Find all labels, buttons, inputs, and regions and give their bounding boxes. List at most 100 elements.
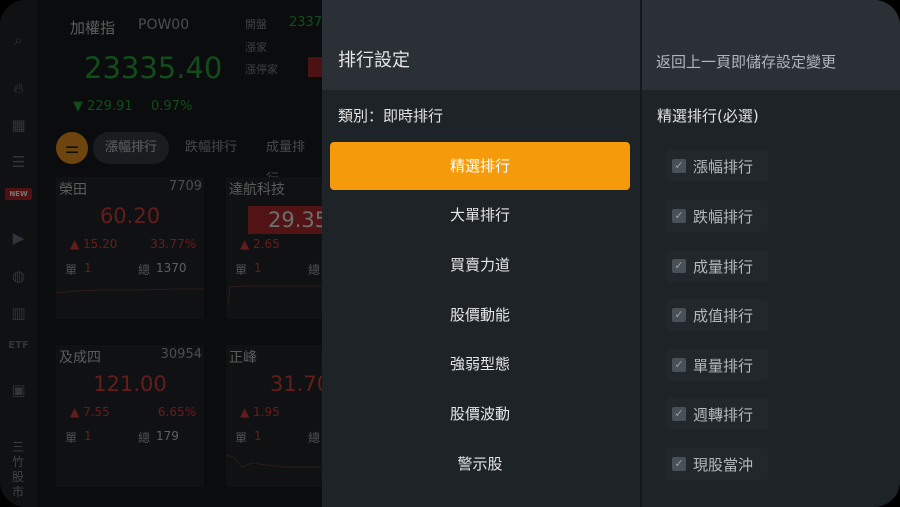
- stock-name: 正峰: [229, 350, 257, 366]
- brand-char: 市: [11, 485, 24, 499]
- sparkline: [227, 285, 327, 306]
- open-value: 2337: [289, 15, 323, 30]
- menu-item-large-order-rank[interactable]: 大單排行: [330, 191, 630, 239]
- check-section-title: 精選排行(必選): [657, 107, 759, 125]
- check-label: 成值排行: [693, 307, 754, 325]
- stock-card[interactable]: 及成四 30954 121.00 ▲ 7.55 6.65% 單 1 總 179: [56, 345, 204, 487]
- index-change: ▼ 229.91: [73, 99, 133, 114]
- stock-code: 30954: [160, 347, 202, 362]
- stock-name: 達航科技: [229, 182, 285, 198]
- stock-change-pct: 6.65%: [157, 405, 196, 419]
- chart-icon[interactable]: ▦: [7, 115, 30, 135]
- total-volume-label: 總: [308, 431, 321, 445]
- checkbox-checked-icon[interactable]: ✓: [672, 159, 686, 173]
- checkbox-checked-icon[interactable]: ✓: [672, 358, 686, 372]
- check-fall-rank[interactable]: ✓ 跌幅排行: [666, 200, 768, 232]
- single-volume-label: 單: [235, 263, 248, 277]
- stock-change: ▲ 15.20: [70, 237, 118, 251]
- total-volume-label: 總: [308, 263, 321, 277]
- menu-item-strength-pattern[interactable]: 強弱型態: [330, 340, 630, 388]
- back-header[interactable]: 返回上一頁即儲存設定變更: [642, 0, 900, 90]
- checkbox-checked-icon[interactable]: ✓: [672, 209, 686, 223]
- check-label: 單量排行: [693, 357, 754, 375]
- fire-icon[interactable]: 🔥︎: [7, 78, 30, 98]
- stock-card[interactable]: 榮田 7709 60.20 ▲ 15.20 33.77% 單 1 總 1370: [56, 177, 204, 319]
- stock-change: ▲ 2.65: [240, 237, 280, 251]
- index-name: 加權指: [70, 19, 116, 37]
- single-volume: 1: [254, 261, 262, 275]
- search-stock-icon[interactable]: ⌕: [7, 30, 30, 50]
- open-label: 開盤: [245, 18, 267, 31]
- menu-item-price-momentum[interactable]: 股價動能: [330, 291, 630, 339]
- back-save-button[interactable]: 返回上一頁即儲存設定變更: [656, 51, 836, 72]
- single-volume-label: 單: [65, 431, 78, 445]
- check-day-trade[interactable]: ✓ 現股當沖: [666, 448, 768, 480]
- video-icon[interactable]: ▶: [7, 228, 30, 248]
- stock-price: 60.20: [99, 204, 161, 228]
- market-overview: 加權指 POW00 23335.40 ▼ 229.91 0.97% 開盤 233…: [37, 0, 331, 507]
- app-window: ⌕ 🔥︎ ▦ ☰ NEW ▶ ◍ ▥ ETF ▣ 三 竹 股 市 加權指 POW…: [0, 0, 900, 507]
- stock-name: 榮田: [59, 182, 87, 198]
- single-volume: 1: [84, 261, 92, 275]
- check-label: 現股當沖: [693, 456, 754, 474]
- check-label: 成量排行: [693, 258, 754, 276]
- sliders-icon: ⚌: [64, 138, 80, 157]
- checkbox-checked-icon[interactable]: ✓: [672, 457, 686, 471]
- checkbox-checked-icon[interactable]: ✓: [672, 259, 686, 273]
- index-value: 23335.40: [84, 51, 223, 85]
- stock-price: 29.35: [248, 206, 328, 234]
- brand-label: 三 竹 股 市: [9, 440, 27, 500]
- check-volume-rank[interactable]: ✓ 成量排行: [666, 250, 768, 282]
- check-label: 漲幅排行: [693, 158, 754, 176]
- menu-item-price-volatility[interactable]: 股價波動: [330, 390, 630, 438]
- total-volume: 179: [156, 429, 179, 443]
- list-icon[interactable]: ☰: [7, 152, 30, 172]
- nav-rail: ⌕ 🔥︎ ▦ ☰ NEW ▶ ◍ ▥ ETF ▣ 三 竹 股 市: [0, 0, 37, 507]
- menu-item-buy-sell-power[interactable]: 買賣力道: [330, 241, 630, 289]
- up-count-label: 漲家: [245, 41, 267, 54]
- check-label: 跌幅排行: [693, 208, 754, 226]
- menu-item-featured-rank[interactable]: 精選排行: [330, 142, 630, 190]
- stock-code: 7709: [168, 179, 202, 194]
- tab-rise-rank[interactable]: 漲幅排行: [93, 132, 170, 164]
- brand-char: 三: [11, 440, 24, 454]
- single-volume: 1: [254, 429, 262, 443]
- index-change-pct: 0.97%: [151, 99, 193, 114]
- stock-card[interactable]: 正峰 31.70 ▲ 1.95 單 1 總: [226, 345, 331, 487]
- sparkline: [56, 288, 204, 294]
- single-volume-label: 單: [65, 263, 78, 277]
- filter-settings-button[interactable]: ⚌: [56, 132, 88, 164]
- total-volume: 1370: [156, 261, 187, 275]
- single-volume-label: 單: [235, 431, 248, 445]
- check-value-rank[interactable]: ✓ 成值排行: [666, 299, 768, 331]
- check-label: 週轉排行: [693, 406, 754, 424]
- check-rise-rank[interactable]: ✓ 漲幅排行: [666, 150, 768, 182]
- stock-card[interactable]: 達航科技 29.35 ▲ 2.65 單 1 總: [226, 177, 328, 319]
- document-icon[interactable]: ▣: [7, 380, 30, 400]
- menu-item-warning-stocks[interactable]: 警示股: [330, 440, 630, 488]
- checkbox-checked-icon[interactable]: ✓: [672, 407, 686, 421]
- panel-header: 排行設定: [322, 0, 640, 90]
- stock-change: ▲ 1.95: [240, 405, 280, 419]
- brand-char: 竹: [11, 455, 24, 469]
- stock-change-pct: 33.77%: [150, 237, 196, 251]
- sparkline: [226, 454, 327, 468]
- check-single-volume-rank[interactable]: ✓ 單量排行: [666, 349, 768, 381]
- etf-nav-label[interactable]: ETF: [3, 340, 34, 351]
- checkbox-checked-icon[interactable]: ✓: [672, 308, 686, 322]
- stock-price: 31.70: [270, 372, 331, 396]
- panel-divider: [640, 0, 642, 507]
- stock-name: 及成四: [59, 350, 101, 366]
- check-turnover-rank[interactable]: ✓ 週轉排行: [666, 398, 768, 430]
- total-volume-label: 總: [138, 431, 151, 445]
- globe-icon[interactable]: ◍: [7, 266, 30, 286]
- limit-up-label: 漲停家: [245, 63, 278, 76]
- stock-price: 121.00: [93, 372, 167, 396]
- ranking-settings-panel: 排行設定 返回上一頁即儲存設定變更 類別：即時排行 精選排行 大單排行 買賣力道…: [322, 0, 900, 507]
- tab-fall-rank[interactable]: 跌幅排行: [173, 132, 249, 164]
- index-code: POW00: [138, 17, 190, 33]
- stock-change: ▲ 7.55: [70, 405, 110, 419]
- category-label: 類別：即時排行: [338, 107, 444, 125]
- bar-chart-icon[interactable]: ▥: [7, 303, 30, 323]
- tab-volume-rank[interactable]: 成量排行: [254, 132, 327, 187]
